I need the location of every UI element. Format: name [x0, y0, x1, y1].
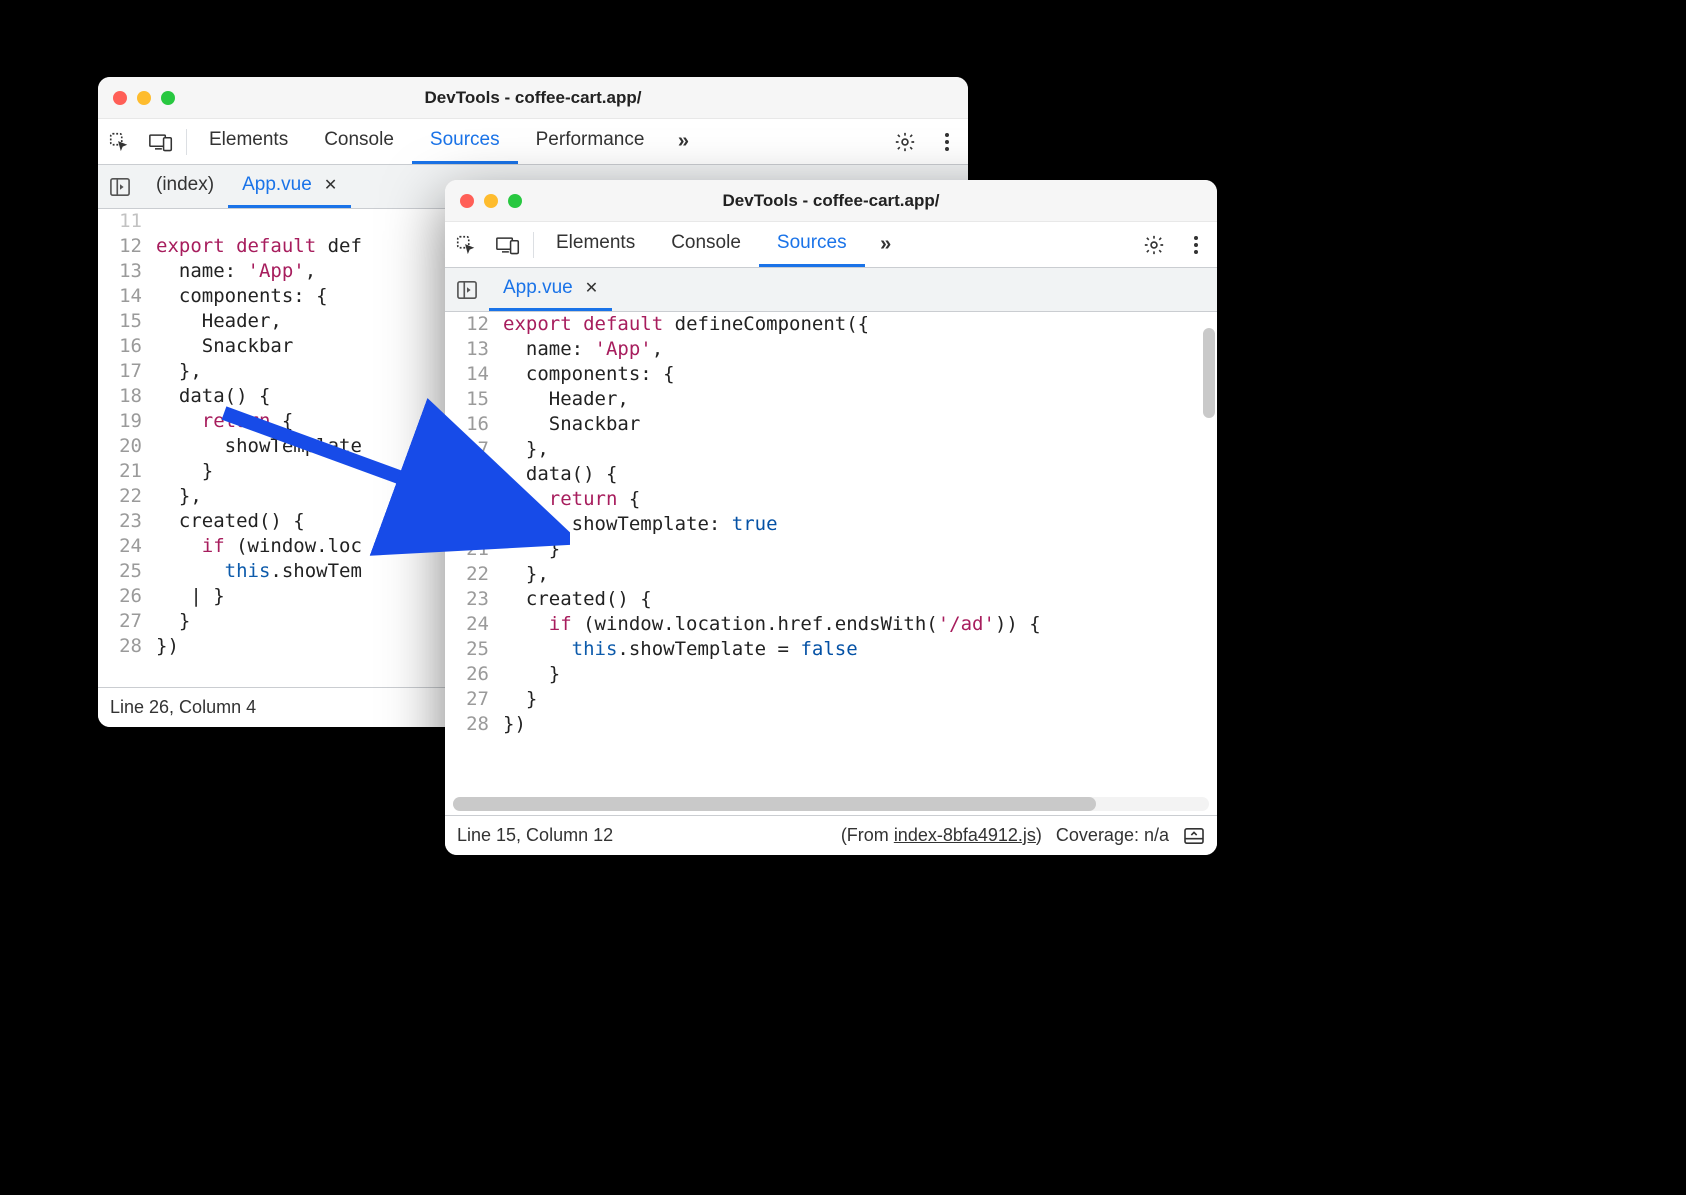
window-title: DevTools - coffee-cart.app/ — [445, 191, 1217, 211]
devtools-panel-tabs: ElementsConsoleSourcesPerformance » — [98, 119, 968, 165]
gear-icon[interactable] — [884, 119, 926, 164]
panel-tab-sources[interactable]: Sources — [759, 222, 865, 267]
vertical-scrollbar[interactable] — [1203, 328, 1215, 418]
panel-tab-sources[interactable]: Sources — [412, 119, 518, 164]
window-close-button[interactable] — [113, 91, 127, 105]
window-maximize-button[interactable] — [161, 91, 175, 105]
coverage-status: Coverage: n/a — [1056, 825, 1169, 846]
select-element-icon[interactable] — [98, 119, 140, 164]
panel-tab-elements[interactable]: Elements — [191, 119, 306, 164]
separator — [186, 129, 187, 155]
drawer-toggle-icon[interactable] — [1183, 827, 1205, 845]
overflow-tabs-icon[interactable]: » — [662, 119, 704, 164]
file-tab[interactable]: (index) — [142, 165, 228, 208]
file-tab-label: (index) — [156, 174, 214, 196]
panel-tab-performance[interactable]: Performance — [518, 119, 663, 164]
panel-tab-console[interactable]: Console — [653, 222, 759, 267]
window-minimize-button[interactable] — [484, 194, 498, 208]
titlebar[interactable]: DevTools - coffee-cart.app/ — [445, 180, 1217, 222]
kebab-menu-icon[interactable] — [1175, 222, 1217, 267]
horizontal-scrollbar[interactable] — [453, 797, 1209, 811]
close-icon[interactable]: ✕ — [585, 278, 598, 298]
panel-tab-elements[interactable]: Elements — [538, 222, 653, 267]
window-maximize-button[interactable] — [508, 194, 522, 208]
line-numbers: 1213141516171819202122232425262728 — [445, 312, 497, 797]
gear-icon[interactable] — [1133, 222, 1175, 267]
devtools-panel-tabs: ElementsConsoleSources » — [445, 222, 1217, 268]
device-toggle-icon[interactable] — [140, 119, 182, 164]
file-tabs-bar: App.vue ✕ — [445, 268, 1217, 312]
code-content[interactable]: export default defineComponent({ name: '… — [497, 312, 1217, 797]
line-numbers: 111213141516171819202122232425262728 — [98, 209, 150, 687]
file-tab-label: App.vue — [242, 174, 312, 196]
file-tab[interactable]: App.vue ✕ — [228, 165, 351, 208]
overflow-tabs-icon[interactable]: » — [865, 222, 907, 267]
file-tab[interactable]: App.vue ✕ — [489, 268, 612, 311]
source-mapped-from: (From index-8bfa4912.js) — [841, 825, 1042, 846]
cursor-position: Line 26, Column 4 — [110, 697, 256, 718]
separator — [533, 232, 534, 258]
navigator-toggle-icon[interactable] — [445, 268, 489, 311]
kebab-menu-icon[interactable] — [926, 119, 968, 164]
editor-area[interactable]: 1213141516171819202122232425262728 expor… — [445, 312, 1217, 797]
window-title: DevTools - coffee-cart.app/ — [98, 88, 968, 108]
devtools-window-after: DevTools - coffee-cart.app/ ElementsCons… — [445, 180, 1217, 855]
cursor-position: Line 15, Column 12 — [457, 825, 613, 846]
source-map-link[interactable]: index-8bfa4912.js — [894, 825, 1036, 845]
device-toggle-icon[interactable] — [487, 222, 529, 267]
traffic-lights — [98, 91, 175, 105]
close-icon[interactable]: ✕ — [324, 175, 337, 195]
navigator-toggle-icon[interactable] — [98, 165, 142, 208]
select-element-icon[interactable] — [445, 222, 487, 267]
file-tab-label: App.vue — [503, 277, 573, 299]
titlebar[interactable]: DevTools - coffee-cart.app/ — [98, 77, 968, 119]
window-minimize-button[interactable] — [137, 91, 151, 105]
status-bar: Line 15, Column 12 (From index-8bfa4912.… — [445, 815, 1217, 855]
panel-tab-console[interactable]: Console — [306, 119, 412, 164]
window-close-button[interactable] — [460, 194, 474, 208]
traffic-lights — [445, 194, 522, 208]
